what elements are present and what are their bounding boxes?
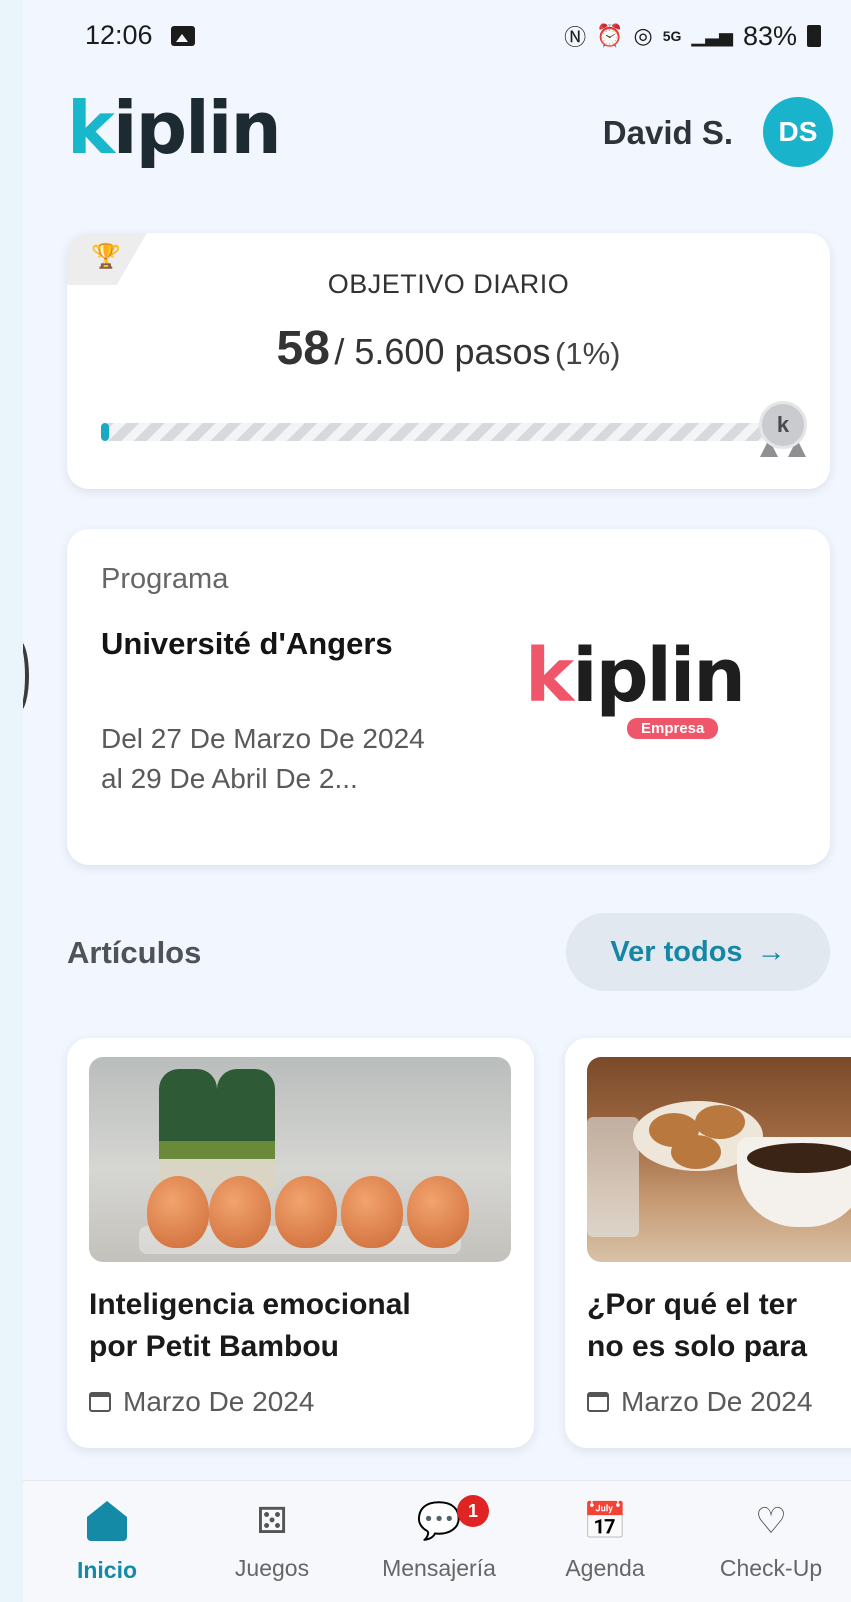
status-bar: 12:06 Ⓝ ⏰ ◎ 5G ▁▃▅ 83% — [23, 16, 851, 56]
program-label: Programa — [101, 563, 229, 595]
article-title: ¿Por qué el ter no es solo para — [587, 1288, 808, 1363]
program-name: Université d'Angers — [101, 626, 393, 661]
goal-title: OBJETIVO DIARIO — [327, 269, 570, 299]
arrow-right-icon: → — [756, 935, 786, 968]
chat-icon: 💬 — [416, 1500, 462, 1541]
nav-item-mensajeria[interactable]: 💬 1 Mensajería — [359, 1495, 519, 1582]
progress-bar — [101, 423, 781, 441]
article-card[interactable]: ¿Por qué el ter no es solo para Marzo De… — [565, 1038, 851, 1448]
article-card[interactable]: Inteligencia emocional por Petit Bambou … — [67, 1038, 534, 1448]
user-name[interactable]: David S. — [603, 114, 733, 152]
steps-target: / 5.600 pasos — [334, 331, 551, 372]
article-date: Marzo De 2024 — [587, 1386, 812, 1418]
image-icon — [171, 26, 195, 46]
medal-icon: k — [759, 401, 807, 449]
nav-label: Agenda — [565, 1555, 645, 1581]
nav-label: Mensajería — [382, 1555, 496, 1581]
program-card[interactable]: Programa Université d'Angers Del 27 De M… — [67, 529, 830, 865]
nav-label: Juegos — [234, 1555, 310, 1581]
heartbeat-icon: ♡ — [754, 1500, 788, 1541]
status-icons: Ⓝ ⏰ ◎ 5G ▁▃▅ 83% — [564, 20, 821, 52]
calendar-icon — [587, 1392, 609, 1412]
home-icon — [27, 1501, 187, 1545]
signal-icon: ▁▃▅ — [691, 25, 733, 46]
kiplin-empresa-logo: kiplin — [525, 633, 746, 719]
app-screen: 12:06 Ⓝ ⏰ ◎ 5G ▁▃▅ 83% kiplin David S. D… — [23, 0, 851, 1602]
program-dates-start: Del 27 De Marzo De 2024 — [101, 723, 425, 754]
nav-item-agenda[interactable]: 📅 Agenda — [525, 1499, 685, 1582]
dice-icon: ⚄ — [256, 1500, 288, 1541]
unread-badge: 1 — [457, 1495, 489, 1527]
kiplin-logo: kiplin — [67, 86, 282, 170]
calendar-icon: 📅 — [582, 1500, 628, 1541]
daily-goal-card[interactable]: 🏆 OBJETIVO DIARIO 58 / 5.600 pasos (1%) … — [67, 233, 830, 489]
bottom-navigation: Inicio ⚄ Juegos 💬 1 Mensajería 📅 Agenda … — [23, 1480, 851, 1602]
nfc-icon: Ⓝ — [564, 25, 587, 50]
nav-label: Check-Up — [719, 1555, 823, 1581]
trophy-icon: 🏆 — [91, 243, 121, 270]
nav-item-juegos[interactable]: ⚄ Juegos — [192, 1499, 352, 1582]
steps-percent: (1%) — [555, 336, 621, 371]
nav-label: Inicio — [76, 1557, 138, 1583]
battery-icon — [807, 25, 821, 47]
articles-section-title: Artículos — [67, 935, 202, 970]
battery-percent: 83% — [742, 20, 797, 51]
hotspot-icon: ◎ — [633, 23, 653, 48]
nav-item-inicio[interactable]: Inicio — [27, 1499, 187, 1584]
program-dates-end: al 29 De Abril De 2... — [101, 763, 358, 794]
article-title: Inteligencia emocional por Petit Bambou — [89, 1288, 411, 1363]
article-date: Marzo De 2024 — [89, 1386, 314, 1418]
article-image-coffee — [587, 1057, 851, 1262]
program-dates: Del 27 De Marzo De 2024 al 29 De Abril D… — [101, 719, 431, 799]
steps-count: 58 — [276, 322, 330, 375]
avatar[interactable]: DS — [763, 97, 833, 167]
nav-item-checkup[interactable]: ♡ Check-Up — [691, 1499, 851, 1582]
goal-steps-line: 58 / 5.600 pasos (1%) — [67, 321, 830, 376]
progress-fill — [101, 423, 109, 441]
5g-icon: 5G — [662, 28, 682, 44]
empresa-badge: Empresa — [627, 718, 719, 739]
status-time: 12:06 — [85, 20, 153, 50]
alarm-icon: ⏰ — [596, 23, 624, 48]
see-all-label: Ver todos — [610, 935, 743, 968]
side-edge-handle[interactable] — [23, 640, 29, 712]
calendar-icon — [89, 1392, 111, 1412]
see-all-button[interactable]: Ver todos → — [566, 913, 830, 991]
article-image-eggs — [89, 1057, 511, 1262]
